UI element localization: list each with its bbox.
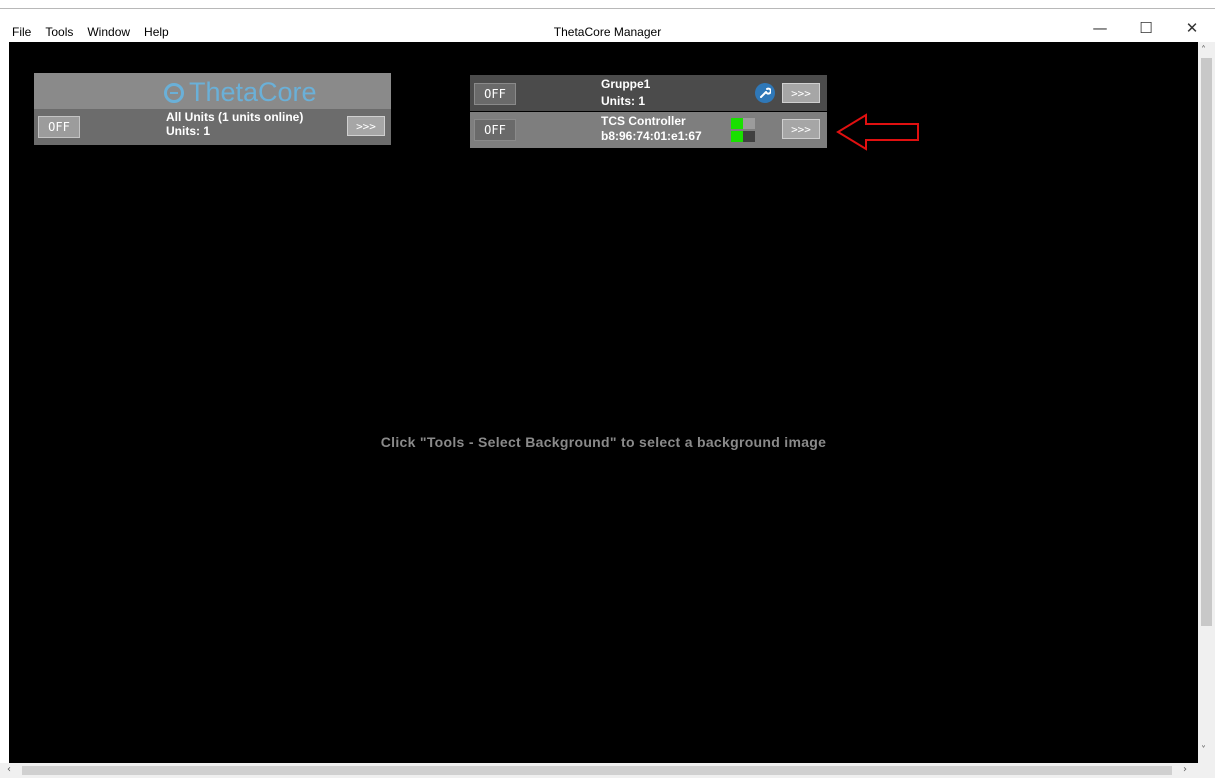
unit-open-button[interactable]: >>> — [782, 119, 820, 139]
red-arrow-annotation — [836, 113, 919, 151]
status-led-1 — [731, 118, 743, 129]
horizontal-scroll-thumb[interactable] — [22, 766, 1172, 775]
minimize-button[interactable]: — — [1077, 14, 1123, 42]
workspace-canvas[interactable] — [9, 42, 1198, 763]
window-top-border — [0, 8, 1215, 9]
maximize-button[interactable]: ☐ — [1123, 14, 1169, 42]
group-row: OFF Gruppe1 Units: 1 >>> — [470, 75, 827, 111]
all-units-off-button[interactable]: OFF — [38, 116, 80, 138]
group-name: Gruppe1 — [601, 77, 651, 91]
window-controls: — ☐ ✕ — [1077, 14, 1215, 42]
scroll-down-arrow-icon[interactable]: ˅ — [1201, 745, 1206, 756]
logo-text: ThetaCore — [189, 77, 317, 107]
close-button[interactable]: ✕ — [1169, 14, 1215, 42]
vertical-scroll-thumb[interactable] — [1201, 58, 1212, 626]
status-led-3 — [731, 131, 743, 142]
theta-logo-icon — [164, 82, 184, 103]
wrench-icon[interactable] — [755, 83, 775, 103]
scroll-left-arrow-icon[interactable]: ‹ — [7, 764, 11, 775]
status-led-2 — [743, 118, 755, 129]
all-units-panel: ThetaCore OFF All Units (1 units online)… — [34, 73, 391, 145]
unit-mac: b8:96:74:01:e1:67 — [601, 129, 702, 143]
all-units-count: Units: 1 — [166, 124, 211, 138]
thetacore-logo: ThetaCore — [164, 77, 317, 108]
status-led-4 — [743, 131, 755, 142]
all-units-open-button[interactable]: >>> — [347, 116, 385, 136]
title-bar: File Tools Window Help ThetaCore Manager… — [0, 0, 1215, 42]
background-hint: Click "Tools - Select Background" to sel… — [380, 434, 827, 450]
window-title: ThetaCore Manager — [553, 25, 662, 39]
group-off-button[interactable]: OFF — [474, 83, 516, 105]
scroll-up-arrow-icon[interactable]: ˄ — [1201, 45, 1206, 56]
all-units-title: All Units (1 units online) — [166, 110, 304, 124]
group-units: Units: 1 — [601, 94, 646, 108]
scroll-right-arrow-icon[interactable]: › — [1183, 764, 1187, 775]
unit-name: TCS Controller — [601, 114, 686, 128]
unit-row: OFF TCS Controller b8:96:74:01:e1:67 >>> — [470, 112, 827, 148]
unit-off-button[interactable]: OFF — [474, 119, 516, 141]
group-panel: OFF Gruppe1 Units: 1 >>> OFF TCS Control… — [470, 75, 827, 148]
group-open-button[interactable]: >>> — [782, 83, 820, 103]
